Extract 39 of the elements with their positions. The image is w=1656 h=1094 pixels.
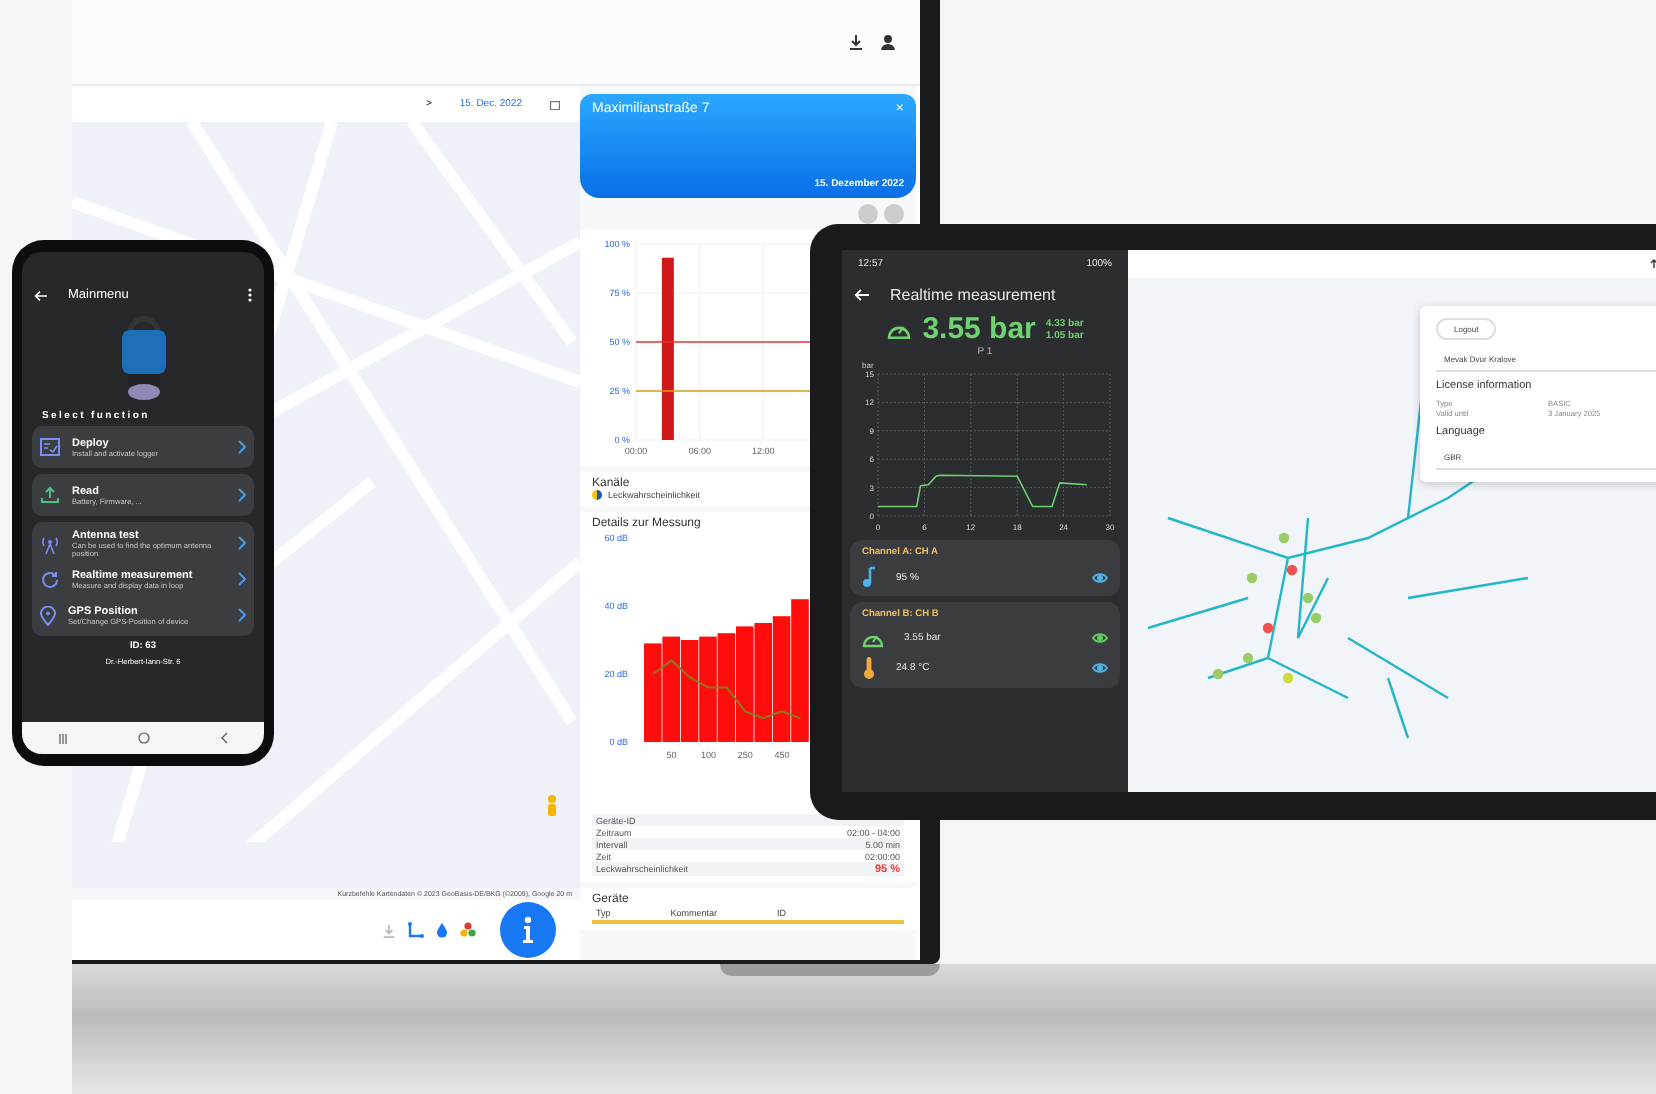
upload-icon (40, 486, 60, 504)
bar (680, 640, 699, 742)
back-icon[interactable] (220, 732, 229, 744)
bar (754, 623, 772, 742)
bar (699, 636, 717, 742)
bar (772, 616, 791, 742)
drop-icon[interactable] (436, 922, 448, 938)
eye-icon[interactable] (1092, 632, 1108, 644)
checklist-icon (40, 438, 60, 456)
chevron-right-icon[interactable] (238, 536, 246, 550)
bar (791, 599, 809, 742)
refresh-icon (40, 569, 60, 589)
music-note-icon (862, 566, 876, 588)
bar (644, 643, 662, 742)
home-icon[interactable] (137, 732, 150, 744)
back-arrow-icon[interactable] (854, 288, 870, 302)
bar (662, 636, 680, 742)
recents-icon[interactable] (57, 733, 68, 743)
chevron-right-icon[interactable] (238, 608, 246, 622)
info-icon (522, 916, 534, 944)
eye-icon[interactable] (1092, 662, 1108, 674)
chevron-right-icon[interactable] (238, 488, 246, 502)
download-icon[interactable] (848, 34, 864, 50)
back-arrow-icon[interactable] (34, 289, 48, 301)
eye-icon[interactable] (1092, 571, 1108, 583)
antenna-icon (40, 533, 60, 553)
chevron-right-icon[interactable] (238, 440, 246, 454)
traffic-dots-icon[interactable] (460, 922, 476, 938)
thermometer-icon (862, 656, 876, 680)
bar (717, 633, 736, 742)
half-circle-icon (592, 490, 602, 500)
chevron-right-icon[interactable] (238, 572, 246, 586)
calendar-icon[interactable] (550, 99, 560, 109)
pressure-reading: 3.55 bar (922, 312, 1036, 346)
location-pin-icon (40, 605, 56, 625)
info-button[interactable] (500, 902, 556, 958)
bar (736, 626, 754, 742)
route-icon[interactable] (408, 922, 424, 938)
screen-title: Realtime measurement (890, 286, 1056, 304)
